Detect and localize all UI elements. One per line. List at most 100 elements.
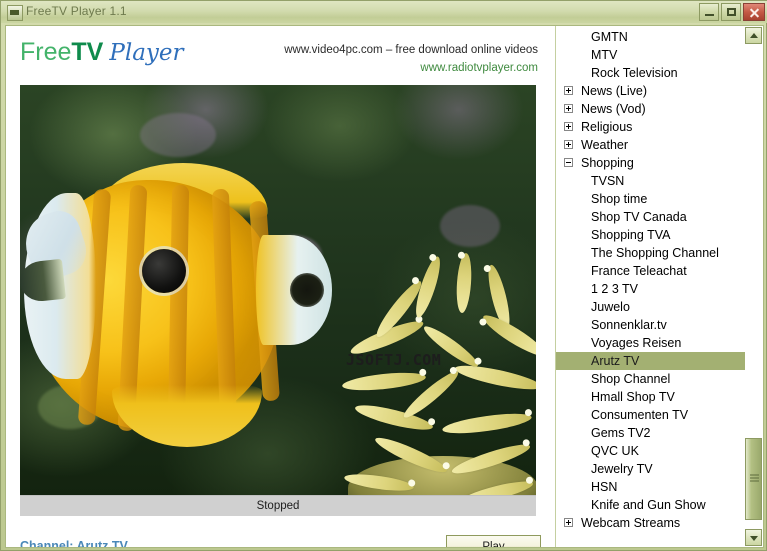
channel-tree-scrollbar[interactable] — [745, 27, 762, 546]
anemone-tentacle — [341, 369, 427, 394]
tree-item-label: Webcam Streams — [581, 516, 681, 530]
tree-item-label: Consumenten TV — [591, 408, 689, 422]
expand-plus-icon[interactable] — [564, 86, 573, 95]
brand-tv: TV — [71, 38, 104, 66]
brand-logo: FreeTV Player — [20, 40, 184, 65]
tree-item-rock-television[interactable]: Rock Television — [556, 64, 746, 82]
tree-item-label: 1 2 3 TV — [591, 282, 639, 296]
tree-item-consumenten-tv[interactable]: Consumenten TV — [556, 406, 746, 424]
tree-item-label: Shopping TVA — [591, 228, 671, 242]
tree-item-label: The Shopping Channel — [591, 246, 719, 260]
fish-eye — [142, 249, 186, 293]
tree-item-label: Gems TV2 — [591, 426, 651, 440]
tree-item-arutz-tv[interactable]: Arutz TV — [556, 352, 746, 370]
tree-item-label: Voyages Reisen — [591, 336, 682, 350]
expand-plus-icon[interactable] — [564, 122, 573, 131]
tree-group-shopping[interactable]: Shopping — [556, 154, 746, 172]
freetv-player-window: FreeTV Player 1.1 FreeTV Player www.video… — [0, 0, 767, 551]
expand-plus-icon[interactable] — [564, 140, 573, 149]
tree-item-gems-tv2[interactable]: Gems TV2 — [556, 424, 746, 442]
tree-item-the-shopping-channel[interactable]: The Shopping Channel — [556, 244, 746, 262]
tree-item-label: Sonnenklar.tv — [591, 318, 667, 332]
tree-item-voyages-reisen[interactable]: Voyages Reisen — [556, 334, 746, 352]
player-panel: FreeTV Player www.video4pc.com – free dow… — [6, 26, 554, 547]
tree-item-label: Shop Channel — [591, 372, 671, 386]
channel-tree-viewport: GMTN MTV Rock Television News (Live) News (V… — [556, 26, 746, 547]
tree-group-webcam-streams[interactable]: Webcam Streams — [556, 514, 746, 532]
tree-item-label: Shop time — [591, 192, 648, 206]
tree-item-label: Religious — [581, 120, 633, 134]
video-canvas: JSOFTJ.COM — [20, 85, 536, 495]
tree-item-tvsn[interactable]: TVSN — [556, 172, 746, 190]
current-channel-label: Channel: Arutz TV — [20, 539, 128, 548]
scrollbar-track[interactable] — [745, 44, 762, 529]
video-display[interactable]: JSOFTJ.COM — [20, 85, 536, 495]
tree-item-label: HSN — [591, 480, 618, 494]
tree-item-sonnenklar-tv[interactable]: Sonnenklar.tv — [556, 316, 746, 334]
collapse-minus-icon[interactable] — [564, 158, 573, 167]
tree-item-label: Arutz TV — [591, 354, 640, 368]
tree-item-qvc-uk[interactable]: QVC UK — [556, 442, 746, 460]
tree-item-hsn[interactable]: HSN — [556, 478, 746, 496]
tree-item-label: Juwelo — [591, 300, 630, 314]
fish-snout — [20, 258, 66, 304]
tree-item-shop-tv-canada[interactable]: Shop TV Canada — [556, 208, 746, 226]
tree-item-shopping-tva[interactable]: Shopping TVA — [556, 226, 746, 244]
scroll-up-arrow-icon — [750, 33, 758, 38]
title-bar: FreeTV Player 1.1 — [1, 1, 767, 23]
site-line-secondary[interactable]: www.radiotvplayer.com — [420, 62, 538, 74]
minimize-button[interactable] — [699, 3, 719, 21]
tree-group-news-live[interactable]: News (Live) — [556, 82, 746, 100]
brand-free: Free — [20, 38, 72, 66]
tree-group-weather[interactable]: Weather — [556, 136, 746, 154]
scrollbar-thumb[interactable] — [745, 438, 762, 520]
close-button[interactable] — [743, 3, 765, 21]
tree-item-label: France Teleachat — [591, 264, 687, 278]
window-title: FreeTV Player 1.1 — [26, 4, 127, 18]
app-icon — [7, 5, 23, 21]
scroll-down-button[interactable] — [745, 529, 762, 546]
tree-item-label: TVSN — [591, 174, 625, 188]
tree-item-shop-time[interactable]: Shop time — [556, 190, 746, 208]
maximize-icon — [727, 8, 736, 16]
tree-item-label: GMTN — [591, 30, 628, 44]
scroll-down-arrow-icon — [750, 536, 758, 541]
window-controls — [699, 3, 765, 21]
fish-eyespot — [290, 273, 324, 307]
tree-item-knife-and-gun-show[interactable]: Knife and Gun Show — [556, 496, 746, 514]
scroll-up-button[interactable] — [745, 27, 762, 44]
tree-item-label: Hmall Shop TV — [591, 390, 675, 404]
scrollbar-grip-icon — [750, 474, 759, 484]
tree-item-label: Shopping — [581, 156, 634, 170]
tree-group-religious[interactable]: Religious — [556, 118, 746, 136]
anemone-tentacle — [453, 361, 536, 394]
brand-player: Player — [109, 40, 184, 66]
tree-item-label: Knife and Gun Show — [591, 498, 706, 512]
channel-tree: GMTN MTV Rock Television News (Live) News (V… — [556, 28, 746, 532]
tree-item-france-teleachat[interactable]: France Teleachat — [556, 262, 746, 280]
channel-tree-panel: GMTN MTV Rock Television News (Live) News (V… — [555, 26, 763, 547]
tree-group-news-vod[interactable]: News (Vod) — [556, 100, 746, 118]
tree-item-jewelry-tv[interactable]: Jewelry TV — [556, 460, 746, 478]
window-frame: FreeTV Player 1.1 FreeTV Player www.video… — [0, 0, 767, 551]
play-button[interactable]: Play — [446, 535, 541, 547]
expand-plus-icon[interactable] — [564, 104, 573, 113]
tree-item-label: Weather — [581, 138, 629, 152]
tree-item-label: News (Live) — [581, 84, 647, 98]
tree-item-hmall-shop-tv[interactable]: Hmall Shop TV — [556, 388, 746, 406]
anemone-tentacle — [441, 409, 533, 438]
tree-item-gmtn[interactable]: GMTN — [556, 28, 746, 46]
maximize-button[interactable] — [721, 3, 741, 21]
playback-status: Stopped — [20, 495, 536, 516]
tree-item-label: MTV — [591, 48, 618, 62]
coral-blob — [140, 113, 216, 157]
expand-plus-icon[interactable] — [564, 518, 573, 527]
tree-item-mtv[interactable]: MTV — [556, 46, 746, 64]
tree-item-shop-channel[interactable]: Shop Channel — [556, 370, 746, 388]
tree-item-label: Shop TV Canada — [591, 210, 687, 224]
tree-item-juwelo[interactable]: Juwelo — [556, 298, 746, 316]
tree-item-1-2-3-tv[interactable]: 1 2 3 TV — [556, 280, 746, 298]
tree-item-label: Rock Television — [591, 66, 678, 80]
site-line-primary: www.video4pc.com – free download online … — [284, 44, 538, 56]
client-area: FreeTV Player www.video4pc.com – free dow… — [5, 25, 764, 548]
